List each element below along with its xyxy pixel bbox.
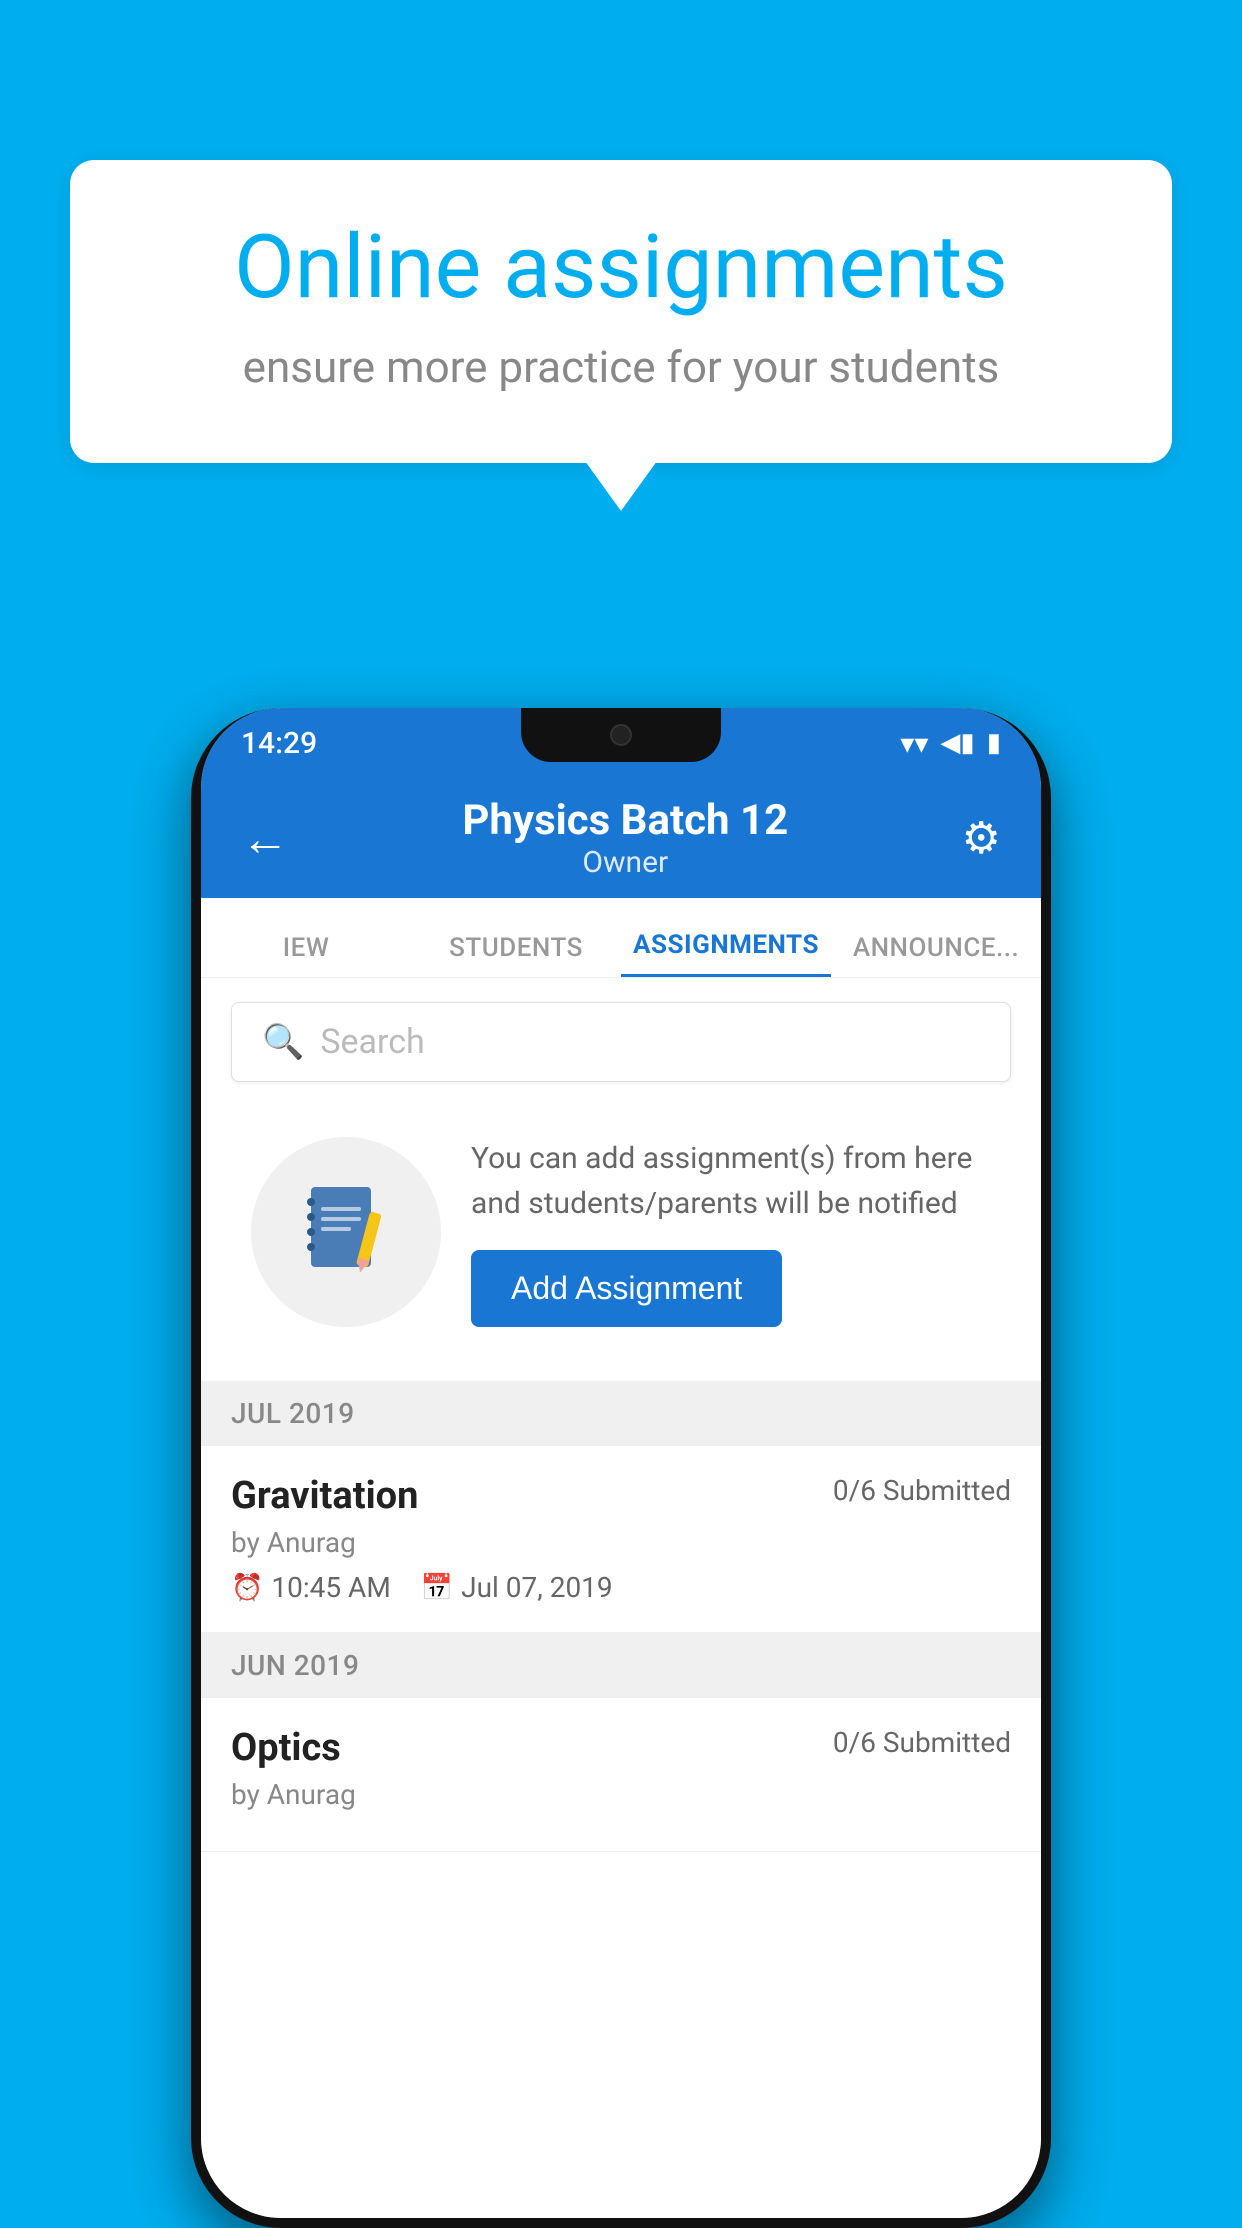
empty-state: You can add assignment(s) from here and … (231, 1106, 1011, 1357)
calendar-icon: 📅 (421, 1573, 453, 1603)
assignment-date-gravitation: Jul 07, 2019 (461, 1571, 613, 1604)
assignment-row1: Gravitation 0/6 Submitted (231, 1474, 1011, 1518)
tabs-container: IEW STUDENTS ASSIGNMENTS ANNOUNCE... (201, 898, 1041, 978)
battery-icon: ▮ (987, 728, 1001, 758)
app-header: ← Physics Batch 12 Owner ⚙ (201, 778, 1041, 898)
phone-frame: 14:29 ▾▾ ◀▮ ▮ ← Physics Batch 12 Owner ⚙… (191, 708, 1051, 2228)
assignment-author-optics: by Anurag (231, 1778, 1011, 1811)
add-assignment-button[interactable]: Add Assignment (471, 1250, 782, 1327)
settings-icon[interactable]: ⚙ (962, 812, 1001, 864)
assignment-submitted-optics: 0/6 Submitted (833, 1726, 1011, 1759)
wifi-icon: ▾▾ (900, 727, 928, 760)
assignment-illustration (251, 1137, 441, 1327)
tab-assignments[interactable]: ASSIGNMENTS (621, 930, 831, 977)
assignment-item-optics[interactable]: Optics 0/6 Submitted by Anurag (201, 1698, 1041, 1852)
phone-notch (521, 708, 721, 762)
tab-announcements[interactable]: ANNOUNCE... (831, 933, 1041, 977)
tab-students[interactable]: STUDENTS (411, 933, 621, 977)
assignment-submitted-gravitation: 0/6 Submitted (833, 1474, 1011, 1507)
bubble-title: Online assignments (150, 220, 1092, 317)
header-center: Physics Batch 12 Owner (289, 796, 962, 880)
phone-screen: 14:29 ▾▾ ◀▮ ▮ ← Physics Batch 12 Owner ⚙… (201, 708, 1041, 2218)
assignment-title-optics: Optics (231, 1726, 341, 1770)
notch-camera (610, 724, 632, 746)
header-title: Physics Batch 12 (289, 796, 962, 845)
tab-iew[interactable]: IEW (201, 933, 411, 977)
content-area: 🔍 Search (201, 978, 1041, 2218)
meta-date-gravitation: 📅 Jul 07, 2019 (421, 1571, 613, 1604)
assignment-meta-gravitation: ⏰ 10:45 AM 📅 Jul 07, 2019 (231, 1571, 1011, 1604)
search-placeholder: Search (320, 1022, 424, 1062)
speech-bubble-container: Online assignments ensure more practice … (70, 160, 1172, 511)
speech-bubble-tail (585, 461, 657, 511)
clock-icon: ⏰ (231, 1573, 263, 1603)
meta-time-gravitation: ⏰ 10:45 AM (231, 1571, 391, 1604)
assignment-item-gravitation[interactable]: Gravitation 0/6 Submitted by Anurag ⏰ 10… (201, 1446, 1041, 1633)
search-icon: 🔍 (262, 1022, 304, 1062)
empty-text-area: You can add assignment(s) from here and … (471, 1136, 991, 1327)
signal-icon: ◀▮ (940, 728, 974, 758)
search-bar[interactable]: 🔍 Search (231, 1002, 1011, 1082)
assignment-author-gravitation: by Anurag (231, 1526, 1011, 1559)
header-subtitle: Owner (289, 845, 962, 880)
assignment-title-gravitation: Gravitation (231, 1474, 418, 1518)
assignment-time-gravitation: 10:45 AM (271, 1571, 390, 1604)
status-time: 14:29 (241, 726, 317, 761)
speech-bubble: Online assignments ensure more practice … (70, 160, 1172, 463)
section-header-jul: JUL 2019 (201, 1381, 1041, 1446)
empty-description: You can add assignment(s) from here and … (471, 1136, 991, 1226)
bubble-subtitle: ensure more practice for your students (150, 341, 1092, 393)
notebook-svg (301, 1182, 391, 1282)
status-icons: ▾▾ ◀▮ ▮ (900, 727, 1001, 760)
back-button[interactable]: ← (241, 810, 289, 867)
section-header-jun: JUN 2019 (201, 1633, 1041, 1698)
assignment-row1-optics: Optics 0/6 Submitted (231, 1726, 1011, 1770)
